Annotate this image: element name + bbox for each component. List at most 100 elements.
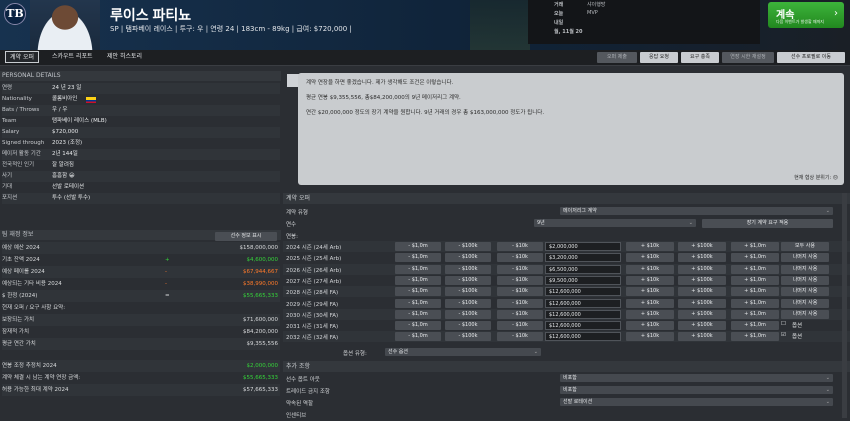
use-remaining-button[interactable]: 나머지 사용 xyxy=(781,264,829,274)
tab-contract-offer[interactable]: 계약 오퍼 xyxy=(5,51,39,63)
decrease-salary-button[interactable]: - $10k xyxy=(497,264,543,274)
increase-salary-button[interactable]: + $1,0m xyxy=(731,298,779,308)
salary-amount-field[interactable]: $9,500,000 xyxy=(545,275,621,285)
decrease-salary-button[interactable]: - $100k xyxy=(445,264,491,274)
decrease-salary-button[interactable]: - $10k xyxy=(497,253,543,263)
decrease-salary-button[interactable]: - $1,0m xyxy=(395,309,441,319)
use-remaining-button[interactable]: 모두 사용 xyxy=(781,242,829,251)
opt-out-dropdown[interactable]: 비포함 ⌄ xyxy=(560,374,833,382)
meet-demands-button[interactable]: 요구 충족 xyxy=(681,52,719,63)
long-term-demand-button[interactable]: 장기 계약 요구 적용 xyxy=(702,219,833,228)
increase-salary-button[interactable]: + $100k xyxy=(678,287,726,297)
tab-scout-report[interactable]: 스카우트 리포트 xyxy=(48,51,97,63)
reset-deadline-button[interactable]: 연장 시한 재설정 xyxy=(722,52,774,63)
years-dropdown[interactable]: 9년 ⌄ xyxy=(534,219,696,227)
increase-salary-button[interactable]: + $100k xyxy=(678,275,726,285)
decrease-salary-button[interactable]: - $100k xyxy=(445,298,491,308)
payroll-row: 연봉 조정 추정치 2024 $2,000,000 xyxy=(2,360,280,372)
contract-type-dropdown[interactable]: 메이저리그 계약 ⌄ xyxy=(560,207,833,215)
scrollbar[interactable] xyxy=(842,193,847,418)
increase-salary-button[interactable]: + $100k xyxy=(678,321,726,331)
years-label: 연수 xyxy=(286,222,297,228)
decrease-salary-button[interactable]: - $100k xyxy=(445,332,491,342)
decrease-salary-button[interactable]: - $100k xyxy=(445,309,491,319)
salary-amount-field[interactable]: $12,600,000 xyxy=(545,332,621,342)
increase-salary-button[interactable]: + $1,0m xyxy=(731,264,779,274)
request-response-button[interactable]: 응답 요청 xyxy=(640,52,678,63)
increase-salary-button[interactable]: + $1,0m xyxy=(731,309,779,319)
increase-salary-button[interactable]: + $10k xyxy=(626,298,674,308)
player-profile-button[interactable]: 선수 프로필로 이동 xyxy=(777,52,845,63)
decrease-salary-button[interactable]: - $1,0m xyxy=(395,321,441,331)
payroll-row: 허용 가능한 최대 계약 2024 $57,665,333 xyxy=(2,384,280,396)
continue-button[interactable]: 계속 다음 이벤트가 발생할 때까지 › xyxy=(768,2,844,28)
use-remaining-button[interactable]: 나머지 사용 xyxy=(781,309,829,319)
salary-amount-field[interactable]: $12,600,000 xyxy=(545,298,621,308)
increase-salary-button[interactable]: + $100k xyxy=(678,242,726,251)
increase-salary-button[interactable]: + $1,0m xyxy=(731,287,779,297)
decrease-salary-button[interactable]: - $100k xyxy=(445,242,491,251)
decrease-salary-button[interactable]: - $10k xyxy=(497,321,543,331)
decrease-salary-button[interactable]: - $100k xyxy=(445,321,491,331)
increase-salary-button[interactable]: + $10k xyxy=(626,332,674,342)
message-line: 계약 연장을 하면 좋겠습니다. 제가 생각해도 조건은 이렇습니다. xyxy=(306,80,454,86)
chevron-right-icon: › xyxy=(834,8,838,19)
increase-salary-button[interactable]: + $1,0m xyxy=(731,332,779,342)
increase-salary-button[interactable]: + $10k xyxy=(626,253,674,263)
increase-salary-button[interactable]: + $10k xyxy=(626,242,674,251)
salary-amount-field[interactable]: $6,500,000 xyxy=(545,264,621,274)
salary-amount-field[interactable]: $12,600,000 xyxy=(545,309,621,319)
submit-offer-button[interactable]: 오퍼 제출 xyxy=(597,52,637,63)
option-checkbox[interactable]: ☐ xyxy=(781,321,786,327)
show-player-info-button[interactable]: 선수 정보 표시 xyxy=(215,232,277,241)
use-remaining-button[interactable]: 나머지 사용 xyxy=(781,298,829,308)
increase-salary-button[interactable]: + $10k xyxy=(626,321,674,331)
salary-amount-field[interactable]: $3,200,000 xyxy=(545,253,621,263)
colombia-flag-icon xyxy=(86,97,96,103)
decrease-salary-button[interactable]: - $1,0m xyxy=(395,242,441,251)
promised-role-dropdown[interactable]: 선발 로테이션 ⌄ xyxy=(560,398,833,406)
decrease-salary-button[interactable]: - $100k xyxy=(445,275,491,285)
no-trade-dropdown[interactable]: 비포함 ⌄ xyxy=(560,386,833,394)
increase-salary-button[interactable]: + $10k xyxy=(626,264,674,274)
decrease-salary-button[interactable]: - $10k xyxy=(497,242,543,251)
decrease-salary-button[interactable]: - $100k xyxy=(445,253,491,263)
increase-salary-button[interactable]: + $100k xyxy=(678,332,726,342)
option-label: 옵션 xyxy=(792,323,803,330)
increase-salary-button[interactable]: + $10k xyxy=(626,275,674,285)
salary-amount-field[interactable]: $2,000,000 xyxy=(545,242,621,251)
use-remaining-button[interactable]: 나머지 사용 xyxy=(781,253,829,263)
decrease-salary-button[interactable]: - $1,0m xyxy=(395,264,441,274)
decrease-salary-button[interactable]: - $1,0m xyxy=(395,275,441,285)
decrease-salary-button[interactable]: - $10k xyxy=(497,332,543,342)
increase-salary-button[interactable]: + $1,0m xyxy=(731,275,779,285)
increase-salary-button[interactable]: + $100k xyxy=(678,264,726,274)
increase-salary-button[interactable]: + $1,0m xyxy=(731,321,779,331)
decrease-salary-button[interactable]: - $10k xyxy=(497,309,543,319)
decrease-salary-button[interactable]: - $10k xyxy=(497,287,543,297)
increase-salary-button[interactable]: + $100k xyxy=(678,253,726,263)
decrease-salary-button[interactable]: - $100k xyxy=(445,287,491,297)
decrease-salary-button[interactable]: - $1,0m xyxy=(395,332,441,342)
increase-salary-button[interactable]: + $1,0m xyxy=(731,242,779,251)
option-checkbox[interactable]: ☑ xyxy=(781,332,786,338)
detail-row: Signed through 2023 (조정) xyxy=(2,140,83,146)
increase-salary-button[interactable]: + $100k xyxy=(678,309,726,319)
salary-amount-field[interactable]: $12,600,000 xyxy=(545,321,621,331)
increase-salary-button[interactable]: + $10k xyxy=(626,309,674,319)
detail-row: 포지션 투수 (선발 투수) xyxy=(2,193,280,204)
increase-salary-button[interactable]: + $1,0m xyxy=(731,253,779,263)
decrease-salary-button[interactable]: - $10k xyxy=(497,298,543,308)
tab-bar: 계약 오퍼 스카우트 리포트 제안 히스토리 오퍼 제출 응답 요청 요구 충족… xyxy=(0,50,850,66)
decrease-salary-button[interactable]: - $10k xyxy=(497,275,543,285)
increase-salary-button[interactable]: + $100k xyxy=(678,298,726,308)
option-type-dropdown[interactable]: 선수 옵션 ⌄ xyxy=(385,348,541,356)
salary-amount-field[interactable]: $12,600,000 xyxy=(545,287,621,297)
decrease-salary-button[interactable]: - $1,0m xyxy=(395,253,441,263)
decrease-salary-button[interactable]: - $1,0m xyxy=(395,287,441,297)
tab-offer-history[interactable]: 제안 히스토리 xyxy=(103,51,146,63)
increase-salary-button[interactable]: + $10k xyxy=(626,287,674,297)
decrease-salary-button[interactable]: - $1,0m xyxy=(395,298,441,308)
use-remaining-button[interactable]: 나머지 사용 xyxy=(781,275,829,285)
use-remaining-button[interactable]: 나머지 사용 xyxy=(781,287,829,297)
